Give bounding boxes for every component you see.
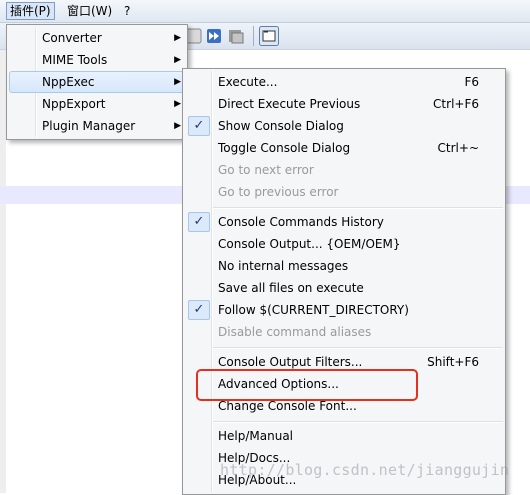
highlight-annotation-box xyxy=(196,369,418,401)
menu-item-toggle-console-dialog[interactable]: Toggle Console Dialog Ctrl+~ xyxy=(185,137,503,159)
menu-separator xyxy=(213,347,503,349)
toolbar-separator xyxy=(253,26,254,46)
menu-help[interactable]: ? xyxy=(121,3,133,19)
checkmark-icon: ✓ xyxy=(188,300,210,320)
menu-item-mime-tools[interactable]: MIME Tools ▶ xyxy=(9,49,185,71)
menu-item-go-to-next-error: Go to next error xyxy=(218,163,314,177)
menu-item-nppexport[interactable]: NppExport ▶ xyxy=(9,93,185,115)
play-icon[interactable] xyxy=(186,28,202,44)
menu-item-plugin-manager[interactable]: Plugin Manager ▶ xyxy=(9,115,185,137)
menu-item-disable-command-aliases: Disable command aliases xyxy=(218,325,372,339)
menu-item-direct-execute-previous[interactable]: Direct Execute Previous Ctrl+F6 xyxy=(185,93,503,115)
submenu-arrow-icon: ▶ xyxy=(174,121,181,131)
submenu-arrow-icon: ▶ xyxy=(174,33,181,43)
submenu-arrow-icon: ▶ xyxy=(174,55,181,65)
checkmark-icon: ✓ xyxy=(188,212,210,232)
menu-plugins[interactable]: 插件(P) xyxy=(6,2,55,20)
menu-item-save-all-files[interactable]: Save all files on execute xyxy=(185,277,503,299)
menu-item-follow-current-directory[interactable]: ✓ Follow $(CURRENT_DIRECTORY) xyxy=(185,299,503,321)
menu-bar: 插件(P) 窗口(W) ? xyxy=(0,0,530,23)
menu-item-converter[interactable]: Converter ▶ xyxy=(9,27,185,49)
macro-icon[interactable] xyxy=(228,28,244,44)
fast-forward-icon[interactable] xyxy=(206,28,222,44)
watermark-text: http://blog.csdn.net/jianggujin xyxy=(220,461,510,479)
plugins-menu: Converter ▶ MIME Tools ▶ NppExec ▶ NppEx… xyxy=(6,24,188,140)
menu-item-console-output[interactable]: Console Output... {OEM/OEM} xyxy=(185,233,503,255)
menu-item-console-commands-history[interactable]: ✓ Console Commands History xyxy=(185,211,503,233)
menu-separator xyxy=(213,207,503,209)
console-icon[interactable] xyxy=(259,26,279,46)
submenu-arrow-icon: ▶ xyxy=(174,99,181,109)
menu-item-no-internal-messages[interactable]: No internal messages xyxy=(185,255,503,277)
menu-item-go-to-previous-error: Go to previous error xyxy=(218,185,339,199)
menu-window[interactable]: 窗口(W) xyxy=(64,3,115,19)
submenu-arrow-icon: ▶ xyxy=(174,77,181,87)
nppexec-submenu: Execute... F6 Direct Execute Previous Ct… xyxy=(182,68,506,495)
menu-item-execute[interactable]: Execute... F6 xyxy=(185,71,503,93)
checkmark-icon: ✓ xyxy=(188,116,210,136)
menu-item-nppexec[interactable]: NppExec ▶ xyxy=(9,71,185,93)
menu-separator xyxy=(213,421,503,423)
menu-item-help-manual[interactable]: Help/Manual xyxy=(185,425,503,447)
menu-item-show-console-dialog[interactable]: ✓ Show Console Dialog xyxy=(185,115,503,137)
